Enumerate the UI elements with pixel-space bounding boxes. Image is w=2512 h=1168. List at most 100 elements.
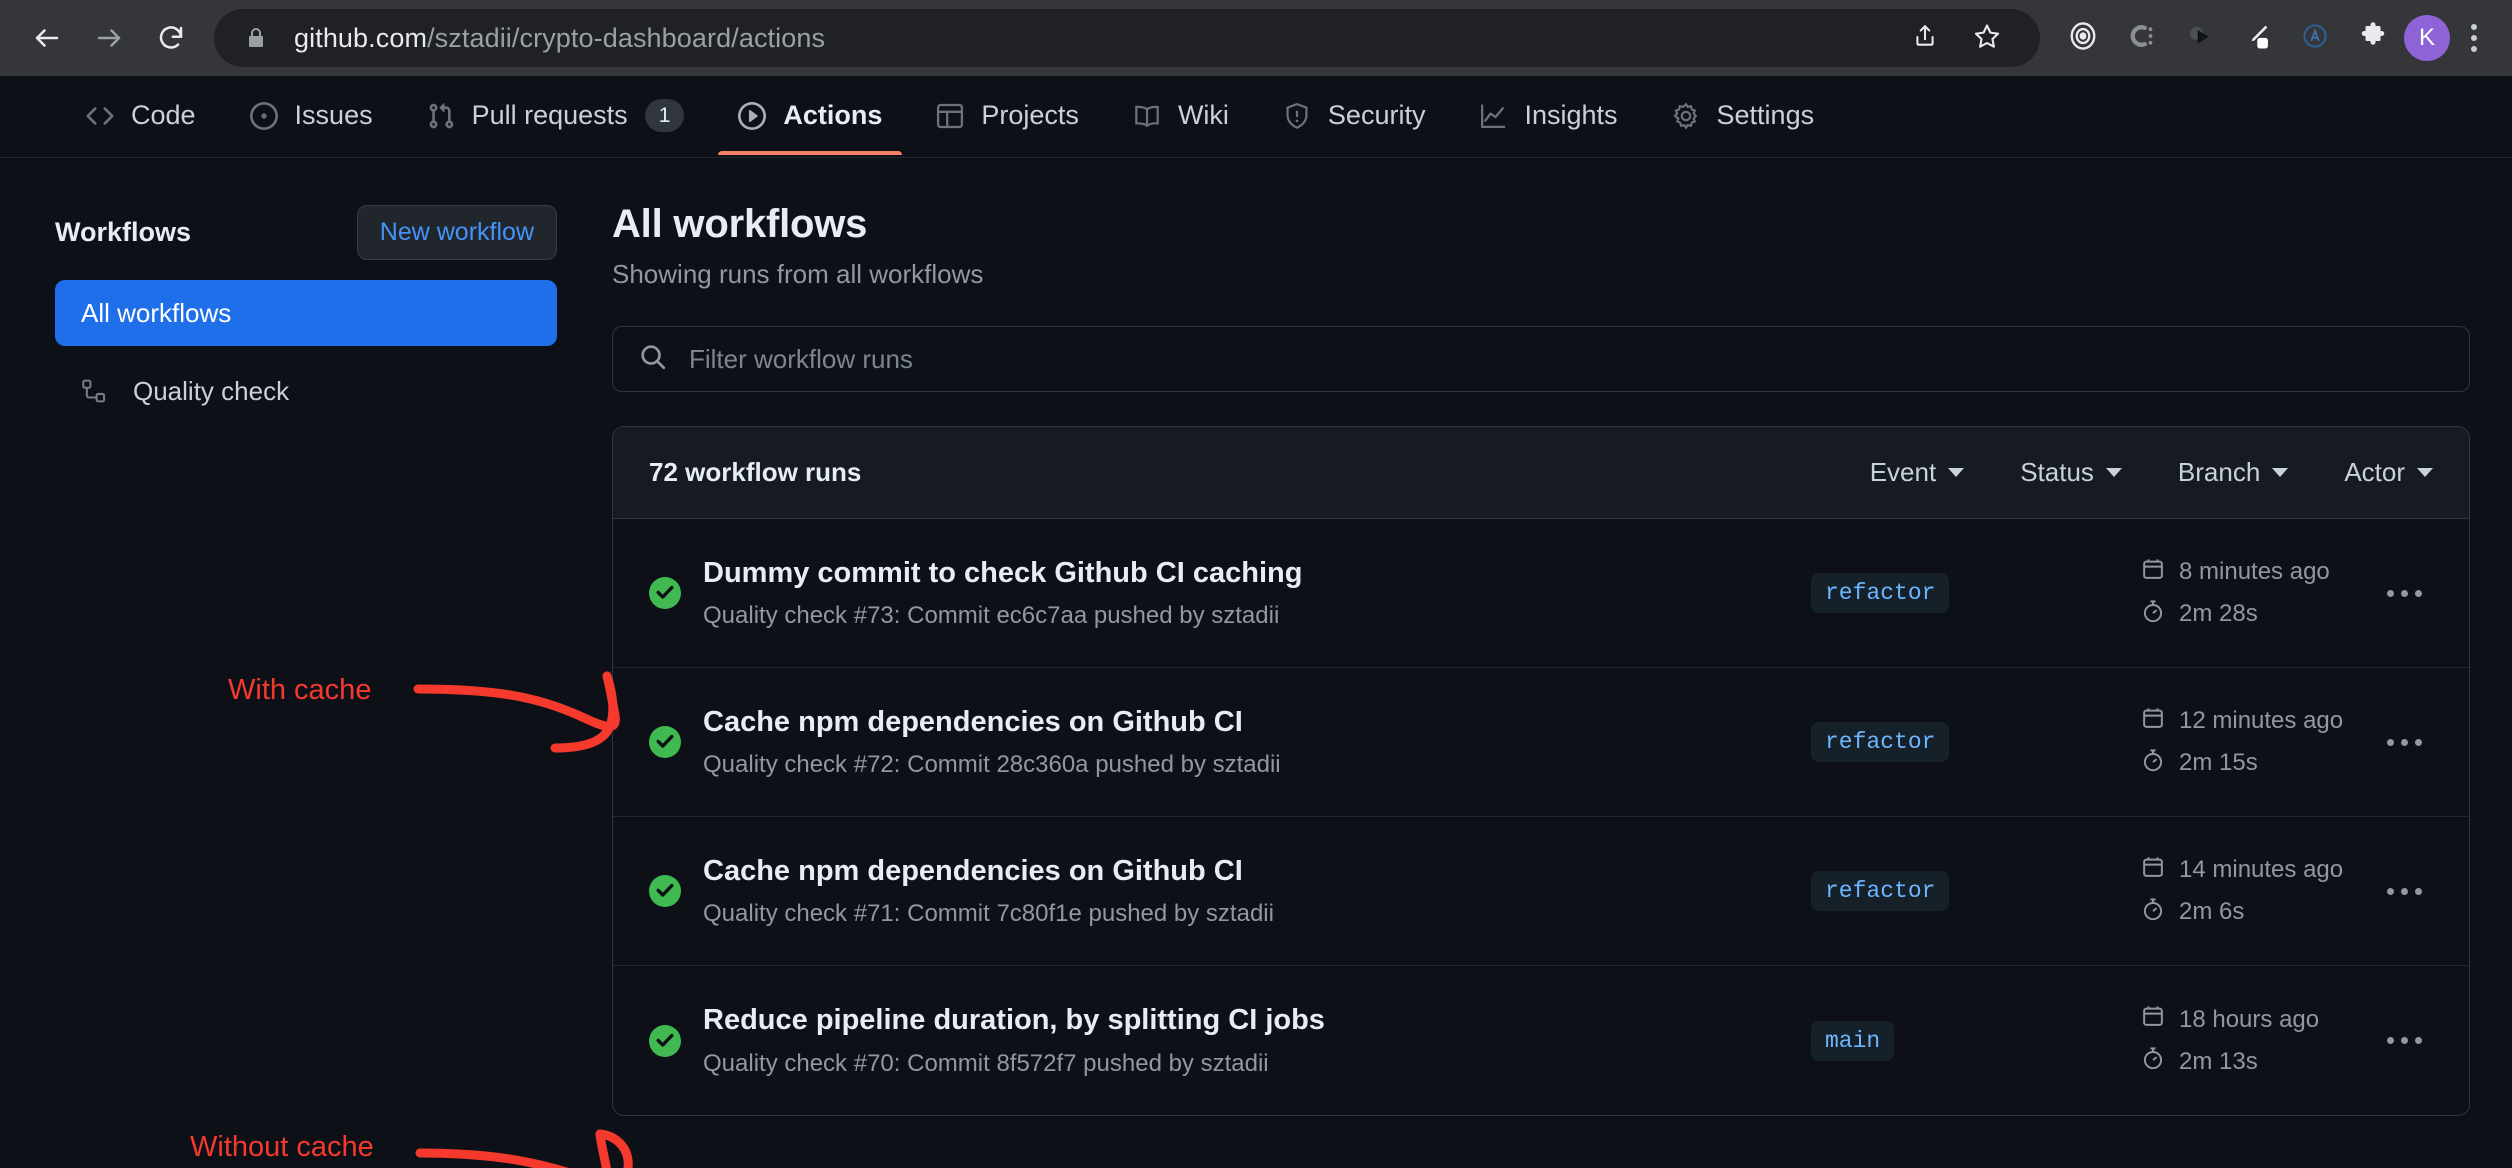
browser-nav-buttons — [18, 9, 200, 67]
branch-badge[interactable]: refactor — [1811, 573, 1950, 613]
run-options-button[interactable] — [2369, 589, 2439, 597]
tab-wiki[interactable]: Wiki — [1113, 76, 1249, 155]
run-options-button[interactable] — [2369, 1037, 2439, 1044]
lock-icon — [244, 25, 268, 51]
workflow-run-row[interactable]: Reduce pipeline duration, by splitting C… — [613, 966, 2469, 1115]
tab-issues[interactable]: Issues — [230, 76, 393, 155]
run-meta[interactable]: Quality check #72: Commit 28c360a pushed… — [703, 751, 1811, 779]
workflow-runs-panel: 72 workflow runs Event Status Branch Act… — [612, 426, 2470, 1116]
tab-label: Security — [1327, 100, 1426, 130]
extensions-button[interactable] — [2346, 11, 2400, 65]
run-title[interactable]: Dummy commit to check Github CI caching — [703, 556, 1811, 591]
share-button[interactable] — [1898, 11, 1952, 65]
reload-button[interactable] — [142, 9, 200, 67]
tab-insights[interactable]: Insights — [1459, 76, 1637, 155]
sidebar-item-label: All workflows — [81, 297, 232, 328]
tab-actions[interactable]: Actions — [718, 76, 903, 155]
run-info: Cache npm dependencies on Github CI Qual… — [703, 854, 1811, 929]
url-host: github.com — [294, 22, 428, 53]
workflow-run-row[interactable]: Cache npm dependencies on Github CI Qual… — [613, 668, 2469, 817]
run-info: Reduce pipeline duration, by splitting C… — [703, 1003, 1811, 1078]
time-ago-text: 8 minutes ago — [2179, 558, 2330, 585]
run-title[interactable]: Reduce pipeline duration, by splitting C… — [703, 1003, 1811, 1038]
issue-icon — [249, 101, 278, 130]
run-options-button[interactable] — [2369, 887, 2439, 895]
c-extension-button[interactable] — [2114, 11, 2168, 65]
pen-extension-icon — [2241, 20, 2273, 57]
success-check-icon — [649, 1024, 681, 1057]
stopwatch-icon — [2141, 748, 2165, 779]
filter-branch[interactable]: Branch — [2178, 457, 2289, 488]
pr-icon — [427, 102, 455, 130]
a-circle-extension-button[interactable] — [2288, 11, 2342, 65]
branch-badge[interactable]: refactor — [1811, 871, 1950, 911]
run-title[interactable]: Cache npm dependencies on Github CI — [703, 705, 1811, 740]
play-extension-button[interactable] — [2172, 11, 2226, 65]
forward-button[interactable] — [80, 9, 138, 67]
chevron-down-icon — [2417, 468, 2433, 477]
pen-extension-button[interactable] — [2230, 11, 2284, 65]
target-extension-icon — [2068, 21, 2098, 56]
profile-avatar[interactable]: K — [2404, 15, 2450, 61]
sidebar-header: Workflows New workflow — [55, 202, 557, 262]
run-title[interactable]: Cache npm dependencies on Github CI — [703, 854, 1811, 889]
play-icon — [738, 101, 767, 130]
bookmark-button[interactable] — [1960, 11, 2014, 65]
tab-settings[interactable]: Settings — [1652, 76, 1835, 155]
url-text: github.com/sztadii/crypto-dashboard/acti… — [294, 23, 1888, 54]
share-icon — [1912, 23, 1938, 54]
workflows-sidebar: Workflows New workflow All workflows Qua… — [0, 202, 612, 1116]
run-meta[interactable]: Quality check #71: Commit 7c80f1e pushed… — [703, 900, 1811, 928]
url-path: /sztadii/crypto-dashboard/actions — [427, 22, 826, 53]
run-meta[interactable]: Quality check #73: Commit ec6c7aa pushed… — [703, 602, 1811, 630]
branch-badge[interactable]: main — [1811, 1020, 1895, 1061]
tab-label: Pull requests — [471, 100, 628, 130]
back-button[interactable] — [18, 9, 76, 67]
run-duration: 2m 28s — [2141, 599, 2341, 630]
tab-security[interactable]: Security — [1263, 76, 1446, 155]
tab-label: Wiki — [1177, 100, 1229, 130]
success-check-icon — [649, 875, 681, 907]
pull-requests-count: 1 — [644, 98, 685, 133]
tab-code[interactable]: Code — [66, 76, 216, 155]
graph-icon — [1479, 102, 1507, 130]
c-extension-icon — [2126, 21, 2156, 56]
table-icon — [936, 102, 964, 130]
run-meta[interactable]: Quality check #70: Commit 8f572f7 pushed… — [703, 1050, 1811, 1078]
tab-label: Settings — [1716, 100, 1815, 130]
workflow-icon — [81, 378, 111, 404]
run-options-button[interactable] — [2369, 738, 2439, 746]
sidebar-item-all-workflows[interactable]: All workflows — [55, 280, 557, 346]
tab-projects[interactable]: Projects — [916, 76, 1099, 155]
horizontal-dots-icon — [2386, 738, 2394, 746]
run-timing: 8 minutes ago 2m 28s — [2141, 557, 2341, 630]
run-time-ago: 12 minutes ago — [2141, 706, 2343, 737]
tab-label: Actions — [783, 100, 883, 130]
filter-actor[interactable]: Actor — [2344, 457, 2433, 488]
success-check-icon — [649, 577, 681, 609]
browser-menu-button[interactable] — [2454, 11, 2494, 65]
filter-event[interactable]: Event — [1870, 457, 1965, 488]
duration-text: 2m 15s — [2179, 749, 2258, 776]
workflow-run-row[interactable]: Cache npm dependencies on Github CI Qual… — [613, 817, 2469, 966]
tab-label: Projects — [981, 100, 1079, 130]
browser-toolbar: github.com/sztadii/crypto-dashboard/acti… — [0, 0, 2512, 76]
run-time-ago: 14 minutes ago — [2141, 855, 2343, 886]
new-workflow-button[interactable]: New workflow — [356, 204, 557, 260]
forward-arrow-icon — [94, 23, 124, 53]
tab-label: Issues — [294, 100, 373, 130]
search-input[interactable] — [689, 343, 2443, 375]
star-icon — [1973, 22, 2001, 55]
address-bar[interactable]: github.com/sztadii/crypto-dashboard/acti… — [214, 9, 2040, 67]
run-duration: 2m 13s — [2141, 1046, 2341, 1077]
filter-runs-box[interactable] — [612, 326, 2470, 392]
sidebar-item-quality-check[interactable]: Quality check — [55, 358, 557, 424]
branch-badge[interactable]: refactor — [1811, 722, 1950, 762]
workflow-run-row[interactable]: Dummy commit to check Github CI caching … — [613, 519, 2469, 668]
stopwatch-icon — [2141, 897, 2165, 928]
filter-status[interactable]: Status — [2020, 457, 2122, 488]
tab-pull-requests[interactable]: Pull requests 1 — [407, 76, 705, 155]
duration-text: 2m 13s — [2179, 1047, 2258, 1075]
horizontal-dots-icon — [2386, 887, 2394, 895]
target-extension-button[interactable] — [2056, 11, 2110, 65]
